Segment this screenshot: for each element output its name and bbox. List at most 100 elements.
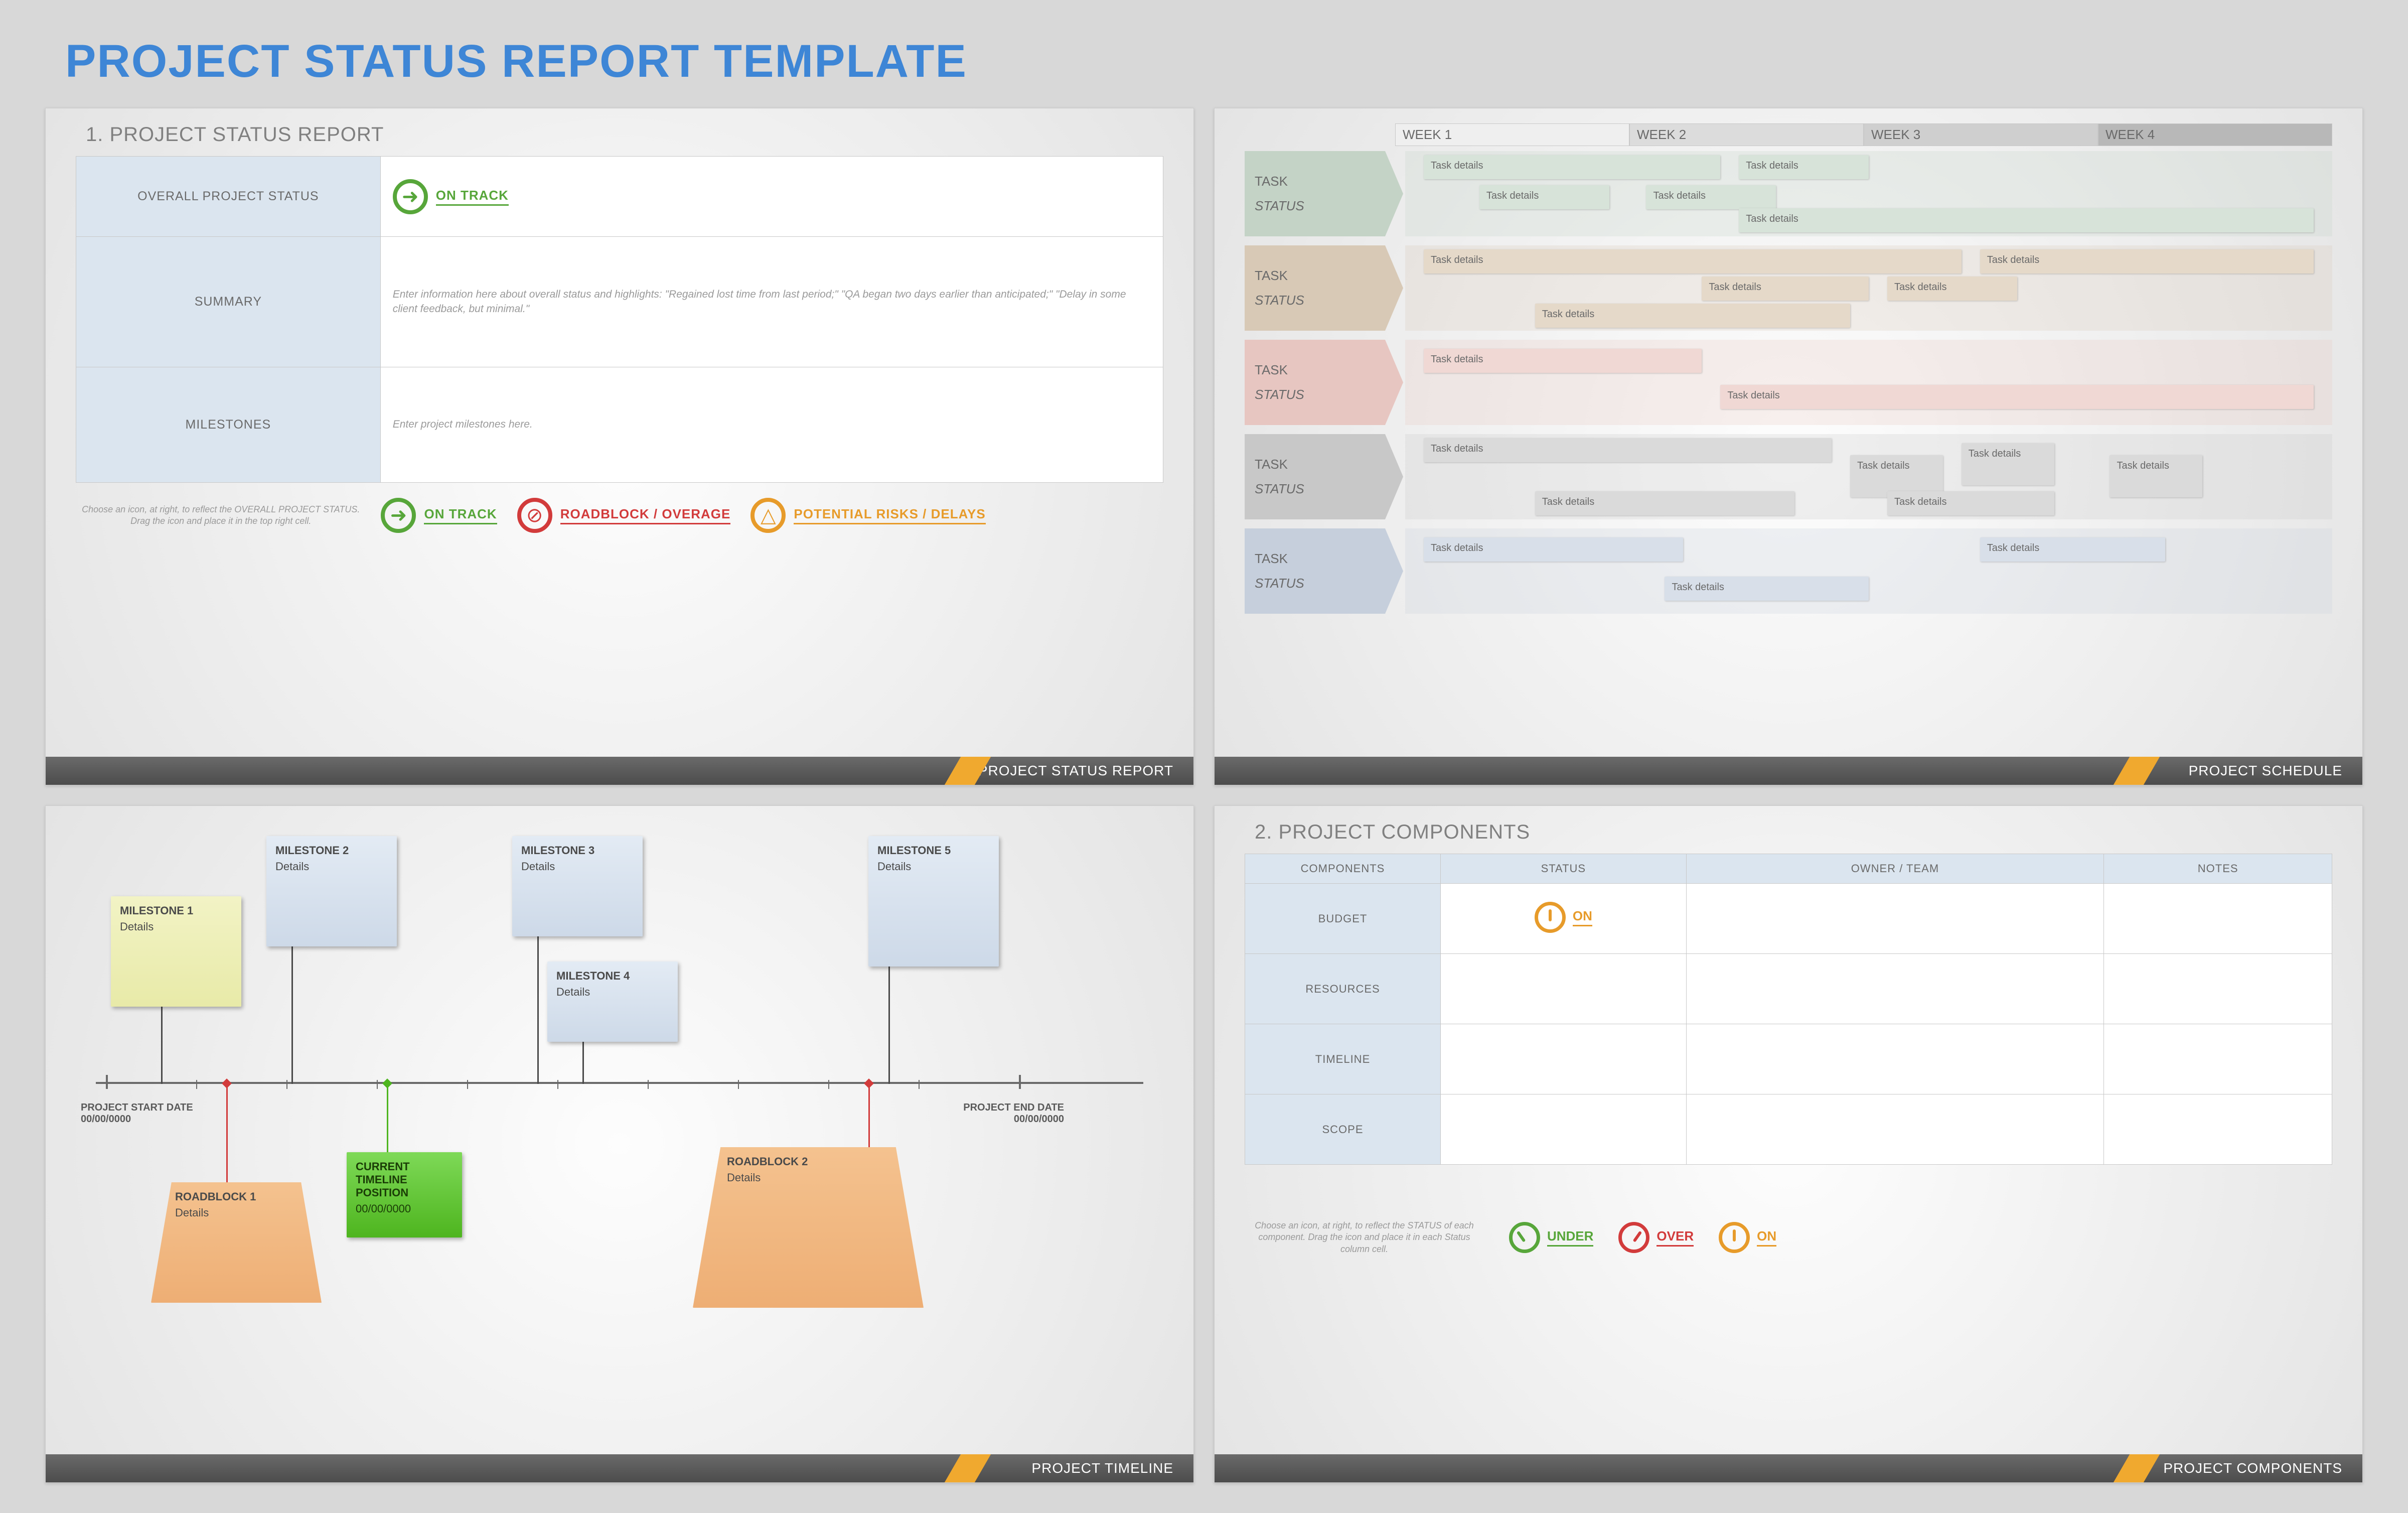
status-chip-label: ON TRACK <box>436 188 509 206</box>
panel-footer-label: PROJECT SCHEDULE <box>2189 763 2342 779</box>
note-milestone[interactable]: MILESTONE 1Details <box>111 896 241 1007</box>
table-row: RESOURCES <box>1245 954 2332 1024</box>
page-title: PROJECT STATUS REPORT TEMPLATE <box>65 35 2363 88</box>
task-bar[interactable]: Task details <box>1424 537 1683 562</box>
milestones-cell[interactable]: Enter project milestones here. <box>380 367 1163 483</box>
task-bar[interactable]: Task details <box>1479 185 1609 209</box>
week-header: WEEK 1 WEEK 2 WEEK 3 WEEK 4 <box>1395 123 2332 146</box>
note-title: MILESTONE 3 <box>521 844 634 857</box>
owner-cell[interactable] <box>1686 954 2104 1024</box>
milestones-placeholder: Enter project milestones here. <box>393 419 533 430</box>
gauge-on[interactable]: ON <box>1535 902 1592 933</box>
legend-over[interactable]: OVER <box>1618 1222 1694 1253</box>
note-title: MILESTONE 5 <box>877 844 990 857</box>
legend-roadblock[interactable]: ⊘ROADBLOCK / OVERAGE <box>517 498 731 533</box>
note-detail: Details <box>120 920 154 933</box>
lane-status: STATUS <box>1255 387 1375 402</box>
note-milestone[interactable]: MILESTONE 2Details <box>266 836 397 946</box>
gauge-icon <box>1509 1222 1540 1253</box>
task-bar[interactable]: Task details <box>1702 277 1869 301</box>
task-bar[interactable]: Task details <box>1535 304 1850 328</box>
task-bar[interactable]: Task details <box>1739 208 2314 232</box>
task-bar[interactable]: Task details <box>1720 385 2314 409</box>
task-bar[interactable]: Task details <box>1646 185 1776 209</box>
table-row: TIMELINE <box>1245 1024 2332 1094</box>
note-milestone[interactable]: MILESTONE 3 Details <box>512 836 643 936</box>
note-detail: Details <box>702 1171 761 1184</box>
notes-cell[interactable] <box>2104 1024 2332 1094</box>
gauge-label: ON <box>1573 908 1592 926</box>
task-bar[interactable]: Task details <box>1887 277 2017 301</box>
legend-on[interactable]: ON <box>1719 1222 1776 1253</box>
task-bar[interactable]: Task details <box>2110 455 2202 497</box>
note-roadblock[interactable]: ROADBLOCK 2Details <box>693 1147 924 1308</box>
note-title: MILESTONE 4 <box>556 970 669 983</box>
schedule-lane: TASK STATUS Task details Task details Tas… <box>1245 434 2332 519</box>
legend-on-track[interactable]: ➜ ON TRACK <box>381 498 497 533</box>
summary-label: SUMMARY <box>76 237 381 367</box>
note-milestone[interactable]: MILESTONE 4Details <box>547 961 678 1042</box>
notes-cell[interactable] <box>2104 954 2332 1024</box>
status-cell[interactable] <box>1441 1094 1687 1165</box>
owner-cell[interactable] <box>1686 1094 2104 1165</box>
gauge-icon <box>1719 1222 1750 1253</box>
panel-footer-label: PROJECT COMPONENTS <box>2163 1460 2342 1476</box>
lane-status: STATUS <box>1255 576 1375 591</box>
note-current-position[interactable]: CURRENT TIMELINE POSITION00/00/0000 <box>347 1152 462 1237</box>
gauge-label: UNDER <box>1547 1228 1593 1247</box>
panel-components: 2. PROJECT COMPONENTS COMPONENTS STATUS … <box>1214 805 2363 1483</box>
note-detail: Details <box>275 860 309 873</box>
legend-under[interactable]: UNDER <box>1509 1222 1593 1253</box>
task-bar[interactable]: Task details <box>1887 491 2054 515</box>
legend-label: ON TRACK <box>424 506 497 524</box>
status-cell[interactable]: ON <box>1441 884 1687 954</box>
status-table: OVERALL PROJECT STATUS ➜ ON TRACK SUMMAR… <box>76 156 1163 483</box>
status-cell[interactable] <box>1441 1024 1687 1094</box>
task-bar[interactable]: Task details <box>1980 537 2166 562</box>
status-cell[interactable] <box>1441 954 1687 1024</box>
lane-status: STATUS <box>1255 481 1375 497</box>
note-title: ROADBLOCK 1 <box>160 1190 313 1203</box>
status-chip-on-track[interactable]: ➜ ON TRACK <box>393 179 1151 214</box>
panel-footer: PROJECT SCHEDULE <box>1215 757 2362 785</box>
task-bar[interactable]: Task details <box>1665 577 1869 601</box>
notes-cell[interactable] <box>2104 1094 2332 1165</box>
notes-cell[interactable] <box>2104 884 2332 954</box>
timeline-start: PROJECT START DATE00/00/0000 <box>81 1102 211 1125</box>
arrow-right-icon: ➜ <box>381 498 416 533</box>
task-bar[interactable]: Task details <box>1962 443 2054 485</box>
task-bar[interactable]: Task details <box>1535 491 1794 515</box>
components-table: COMPONENTS STATUS OWNER / TEAM NOTES BUD… <box>1245 854 2332 1165</box>
note-detail: Details <box>521 860 555 873</box>
summary-cell[interactable]: Enter information here about overall sta… <box>380 237 1163 367</box>
schedule-lane: TASKSTATUS Task details Task details <box>1245 340 2332 425</box>
lane-task: TASK <box>1255 268 1375 284</box>
milestones-label: MILESTONES <box>76 367 381 483</box>
task-bar[interactable]: Task details <box>1980 249 2314 273</box>
timeline-axis <box>96 1082 1143 1084</box>
note-roadblock[interactable]: ROADBLOCK 1 Details <box>151 1182 322 1303</box>
lane-label: TASKSTATUS <box>1245 528 1385 614</box>
schedule-lane: TASKSTATUS Task details Task details Tas… <box>1245 528 2332 614</box>
lane-label: TASKSTATUS <box>1245 340 1385 425</box>
task-bar[interactable]: Task details <box>1424 249 1962 273</box>
lane-status: STATUS <box>1255 293 1375 308</box>
task-bar[interactable]: Task details <box>1424 155 1720 179</box>
owner-cell[interactable] <box>1686 884 2104 954</box>
task-bar[interactable]: Task details <box>1739 155 1869 179</box>
table-row: SCOPE <box>1245 1094 2332 1165</box>
no-entry-icon: ⊘ <box>517 498 552 533</box>
task-bar[interactable]: Task details <box>1424 349 1702 373</box>
note-detail: Details <box>160 1206 209 1219</box>
task-bar[interactable]: Task details <box>1424 438 1832 462</box>
legend-risks[interactable]: △POTENTIAL RISKS / DELAYS <box>750 498 985 533</box>
timeline: MILESTONE 1Details MILESTONE 2Details MI… <box>76 821 1163 1353</box>
note-milestone[interactable]: MILESTONE 5Details <box>868 836 999 967</box>
overall-status-cell[interactable]: ➜ ON TRACK <box>380 157 1163 237</box>
panel-footer: PROJECT TIMELINE <box>46 1454 1193 1482</box>
section-heading: 1. PROJECT STATUS REPORT <box>86 123 1163 146</box>
timeline-end: PROJECT END DATE00/00/0000 <box>934 1102 1064 1125</box>
week-col: WEEK 4 <box>2098 123 2332 146</box>
owner-cell[interactable] <box>1686 1024 2104 1094</box>
lane-task: TASK <box>1255 457 1375 472</box>
